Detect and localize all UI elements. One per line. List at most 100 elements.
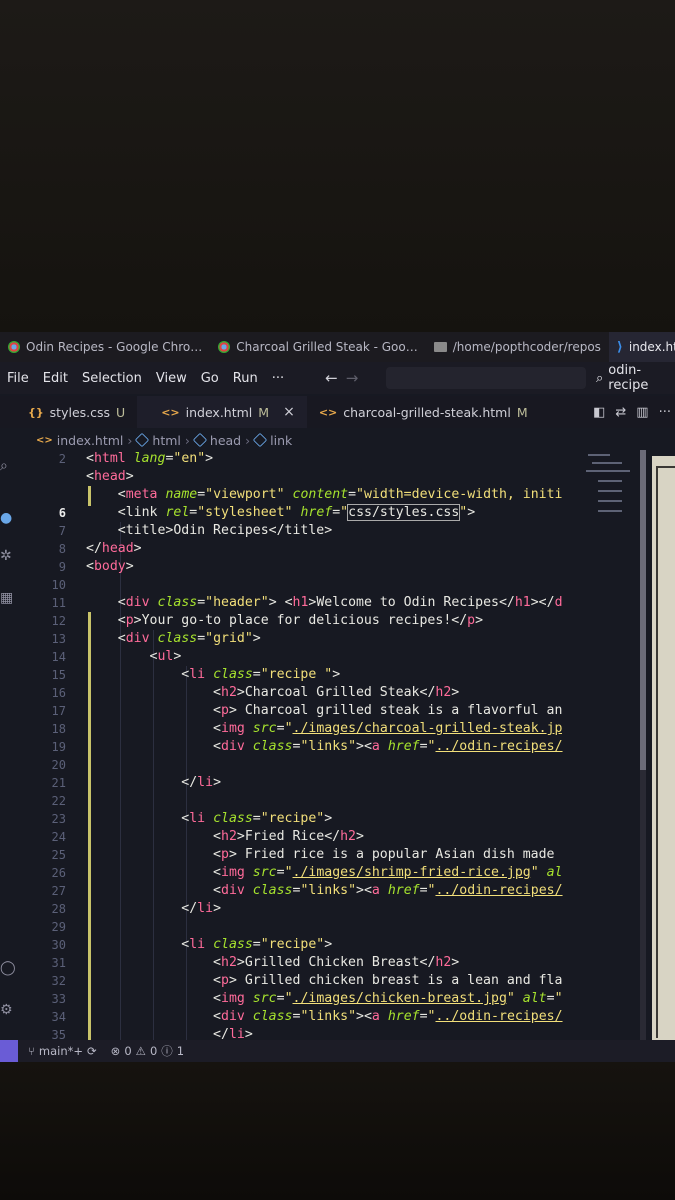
code-line[interactable]: 30 <li class="recipe">	[22, 936, 576, 954]
breadcrumb-item-head[interactable]: head	[210, 433, 241, 448]
menu-run[interactable]: Run	[226, 371, 265, 386]
code-line[interactable]: 12 <p>Your go-to place for delicious rec…	[22, 612, 576, 630]
forward-arrow-icon[interactable]: →	[346, 369, 359, 387]
code-line[interactable]: 8 </head>	[22, 540, 576, 558]
menu-selection[interactable]: Selection	[75, 371, 149, 386]
code-line[interactable]: 31 <h2>Grilled Chicken Breast</h2>	[22, 954, 576, 972]
search-icon[interactable]: ⌕	[0, 458, 8, 474]
folder-icon	[433, 342, 447, 352]
line-number: 9	[58, 560, 66, 574]
error-icon: ⊗	[110, 1044, 121, 1058]
taskbar-item-folder[interactable]: /home/popthcoder/repos	[426, 332, 609, 362]
code-line[interactable]: 25 <p> Fried rice is a popular Asian dis…	[22, 846, 576, 864]
code-line[interactable]: 6 <link rel="stylesheet" href="css/style…	[22, 504, 576, 522]
search-text: odin-recipe	[608, 363, 649, 393]
breadcrumb-item-file[interactable]: index.html	[57, 433, 124, 448]
sync-icon: ⟳	[87, 1044, 97, 1058]
tab-label: index.html	[185, 404, 253, 420]
code-line[interactable]: 18 <img src="./images/charcoal-grilled-s…	[22, 720, 576, 738]
code-editor[interactable]: 2 <html lang="en"> <head> <meta name="view…	[22, 450, 576, 1040]
code-line[interactable]: 13 <div class="grid">	[22, 630, 576, 648]
layout-icon[interactable]: ▥	[636, 405, 648, 420]
line-number: 18	[51, 722, 66, 736]
code-line[interactable]: 9 <body>	[22, 558, 576, 576]
code-line[interactable]: 34 <div class="links"><a href="../odin-r…	[22, 1008, 576, 1026]
element-icon	[252, 432, 268, 448]
code-line[interactable]: 23 <li class="recipe">	[22, 810, 576, 828]
code-line[interactable]: 10	[22, 576, 576, 594]
code-line[interactable]: 17 <p> Charcoal grilled steak is a flavo…	[22, 702, 576, 720]
branch-indicator[interactable]: ⑂ main*+ ⟳	[28, 1044, 97, 1058]
code-line[interactable]: <meta name="viewport" content="width=dev…	[22, 486, 576, 504]
code-line[interactable]: 14 <ul>	[22, 648, 576, 666]
code-text: <div class="links"><a href="../odin-reci…	[213, 1009, 563, 1024]
code-text: <div class="links"><a href="../odin-reci…	[213, 739, 563, 754]
line-number: 35	[51, 1028, 66, 1040]
status-bar: ⑂ main*+ ⟳ ⊗ 0 ⚠ 0 ⓘ 1	[0, 1040, 675, 1062]
split-editor-icon[interactable]: ◧	[593, 405, 605, 420]
breadcrumb-item-link[interactable]: link	[270, 433, 292, 448]
code-text: <p> Grilled chicken breast is a lean and…	[213, 973, 563, 988]
code-line[interactable]: 7 <title>Odin Recipes</title>	[22, 522, 576, 540]
minimap[interactable]	[580, 450, 640, 860]
source-control-icon[interactable]: ●	[0, 510, 12, 526]
line-number: 7	[58, 524, 66, 538]
tab-charcoal-grilled-steak-html[interactable]: <> charcoal-grilled-steak.html M	[307, 396, 540, 428]
code-line[interactable]: 27 <div class="links"><a href="../odin-r…	[22, 882, 576, 900]
code-text: <li class="recipe">	[181, 937, 333, 952]
line-number: 34	[51, 1010, 66, 1024]
search-box[interactable]: ⌕ odin-recipe	[596, 362, 675, 394]
code-line[interactable]: 29	[22, 918, 576, 936]
tab-styles-css[interactable]: {} styles.css U	[0, 396, 137, 428]
taskbar-item-vscode[interactable]: ⟩ index.html -	[608, 332, 675, 362]
code-line[interactable]: <head>	[22, 468, 576, 486]
menu-view[interactable]: View	[149, 371, 194, 386]
code-line[interactable]: 2 <html lang="en">	[22, 450, 576, 468]
breadcrumb-item-html[interactable]: html	[152, 433, 180, 448]
code-line[interactable]: 33 <img src="./images/chicken-breast.jpg…	[22, 990, 576, 1008]
compare-icon[interactable]: ⇄	[615, 405, 626, 420]
line-number: 32	[51, 974, 66, 988]
code-line[interactable]: 19 <div class="links"><a href="../odin-r…	[22, 738, 576, 756]
remote-indicator[interactable]	[0, 1040, 18, 1062]
chrome-icon	[218, 341, 231, 353]
code-line[interactable]: 11 <div class="header"> <h1>Welcome to O…	[22, 594, 576, 612]
code-line[interactable]: 32 <p> Grilled chicken breast is a lean …	[22, 972, 576, 990]
line-number: 26	[51, 866, 66, 880]
taskbar-item-chrome-1[interactable]: Odin Recipes - Google Chro…	[0, 332, 210, 362]
code-line[interactable]: 16 <h2>Charcoal Grilled Steak</h2>	[22, 684, 576, 702]
line-number: 27	[51, 884, 66, 898]
problems-indicator[interactable]: ⊗ 0 ⚠ 0 ⓘ 1	[111, 1043, 184, 1059]
code-line[interactable]: 28 </li>	[22, 900, 576, 918]
tab-index-html[interactable]: <> index.html M ×	[137, 396, 307, 428]
code-line[interactable]: 26 <img src="./images/shrimp-fried-rice.…	[22, 864, 576, 882]
code-line[interactable]: 15 <li class="recipe ">	[22, 666, 576, 684]
back-arrow-icon[interactable]: ←	[325, 369, 338, 387]
code-line[interactable]: 21 </li>	[22, 774, 576, 792]
taskbar-item-chrome-2[interactable]: Charcoal Grilled Steak - Goo…	[210, 332, 425, 362]
menu-file[interactable]: File	[0, 371, 36, 386]
account-icon[interactable]: ◯	[0, 960, 16, 976]
line-number: 24	[51, 830, 66, 844]
debug-icon[interactable]: ✲	[0, 548, 12, 564]
extensions-icon[interactable]: ▦	[0, 590, 13, 606]
branch-name: main*+	[38, 1044, 84, 1058]
activity-bar: ⌕ ● ✲ ▦ ◯ ⚙	[0, 450, 22, 1040]
more-actions-icon[interactable]: ···	[659, 405, 671, 420]
menu-go[interactable]: Go	[194, 371, 226, 386]
close-icon[interactable]: ×	[283, 404, 295, 420]
menu-edit[interactable]: Edit	[36, 371, 75, 386]
html-file-icon: <>	[318, 405, 338, 419]
chevron-right-icon: ›	[184, 432, 190, 448]
code-text: <h2>Charcoal Grilled Steak</h2>	[213, 685, 460, 700]
html-file-icon: <>	[36, 434, 53, 446]
code-line[interactable]: 22	[22, 792, 576, 810]
vscode-icon: ⟩	[616, 339, 623, 355]
scrollbar-thumb[interactable]	[640, 450, 646, 770]
code-line[interactable]: 24 <h2>Fried Rice</h2>	[22, 828, 576, 846]
command-center[interactable]	[386, 367, 586, 389]
code-line[interactable]: 20	[22, 756, 576, 774]
code-line[interactable]: 35 </li>	[22, 1026, 576, 1040]
settings-icon[interactable]: ⚙	[0, 1002, 13, 1018]
menu-more[interactable]: ···	[265, 371, 291, 386]
